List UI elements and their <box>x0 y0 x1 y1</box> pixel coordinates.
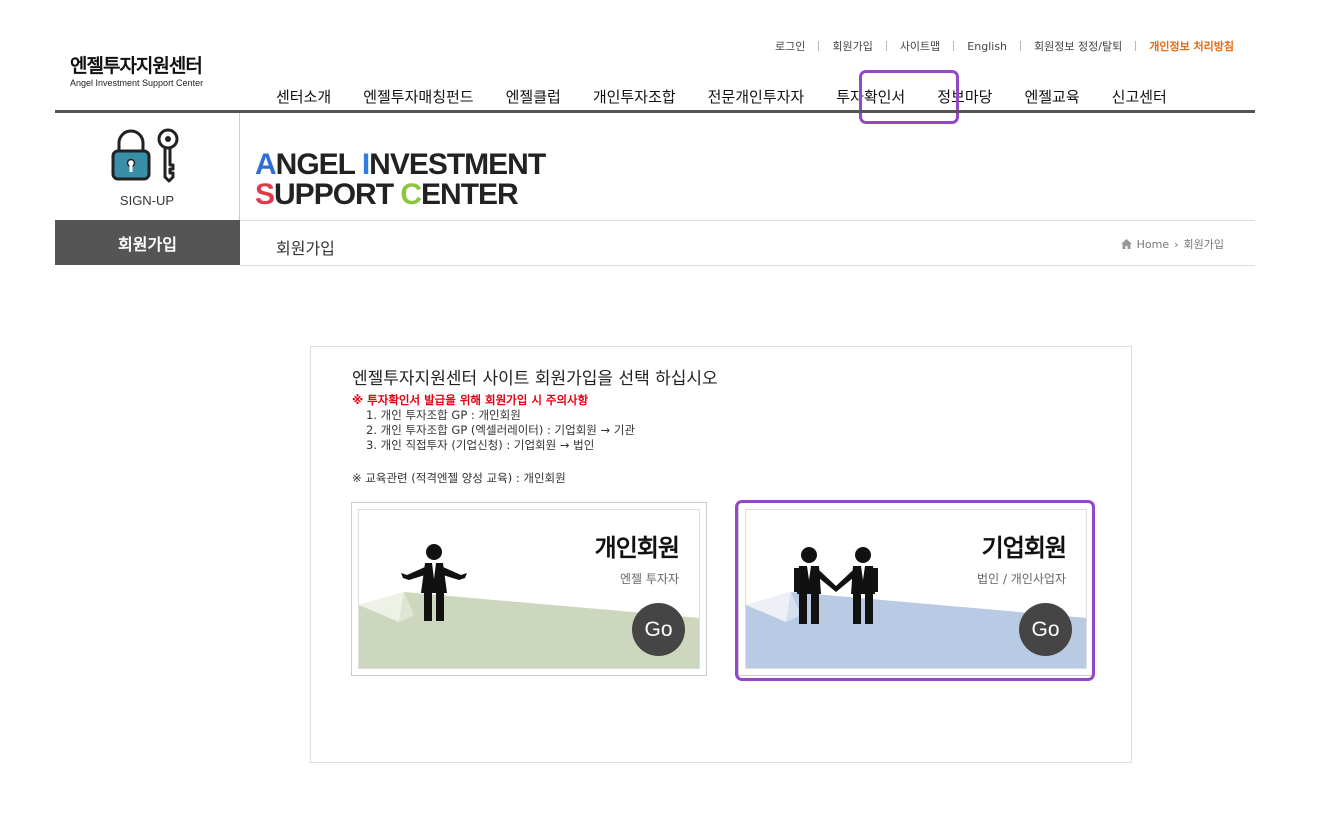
divider <box>953 41 955 51</box>
banner-title: ANGEL INVESTMENT SUPPORT CENTER <box>255 148 546 211</box>
card-title: 개인회원 <box>594 534 680 562</box>
banner-text: NVESTMENT <box>369 148 546 181</box>
nav-matching-fund[interactable]: 엔젤투자매칭펀드 <box>347 86 489 108</box>
signup-heading: 엔젤투자지원센터 사이트 회원가입을 선택 하십시오 <box>352 369 718 389</box>
notice-item: 3. 개인 직접투자 (기업신청) : 기업회원 → 법인 <box>366 438 595 452</box>
main-nav: 센터소개 엔젤투자매칭펀드 엔젤클럽 개인투자조합 전문개인투자자 투자확인서 … <box>260 86 1183 108</box>
divider <box>240 265 1255 266</box>
education-notice: ※ 교육관련 (적격엔젤 양성 교육) : 개인회원 <box>352 471 566 485</box>
privacy-policy-link[interactable]: 개인정보 처리방침 <box>1149 38 1234 54</box>
notice-title: ※ 투자확인서 발급을 위해 회원가입 시 주의사항 <box>352 393 589 407</box>
divider <box>1020 41 1022 51</box>
card-body: 개인회원 엔젤 투자자 Go <box>358 509 700 669</box>
notice-item: 1. 개인 투자조합 GP : 개인회원 <box>366 408 521 422</box>
logo-korean: 엔젤투자지원센터 <box>70 55 203 77</box>
signup-link[interactable]: 회원가입 <box>832 38 872 54</box>
nav-personal-union[interactable]: 개인투자조합 <box>577 86 692 108</box>
banner-letter-c: C <box>400 178 422 211</box>
banner-letter-a: A <box>255 148 277 181</box>
nav-highlight-box <box>859 70 959 124</box>
home-icon <box>1120 239 1132 249</box>
logo-english: Angel Investment Support Center <box>70 78 204 88</box>
breadcrumb-home[interactable]: Home <box>1137 238 1169 251</box>
chevron-right-icon: › <box>1174 237 1179 251</box>
banner-text: ENTER <box>421 178 519 211</box>
sitemap-link[interactable]: 사이트맵 <box>900 38 940 54</box>
english-link[interactable]: English <box>967 40 1007 53</box>
person-icon <box>401 544 467 621</box>
sidebar: SIGN-UP 회원가입 <box>55 113 240 265</box>
divider <box>1135 41 1137 51</box>
banner-letter-s: S <box>255 178 275 211</box>
lock-key-icon <box>111 128 179 183</box>
login-link[interactable]: 로그인 <box>775 38 805 54</box>
banner-text: NGEL <box>275 148 362 181</box>
divider <box>240 220 1255 221</box>
go-button[interactable]: Go <box>632 603 685 656</box>
divider <box>885 41 887 51</box>
sidebar-label: SIGN-UP <box>119 193 175 208</box>
divider <box>818 41 820 51</box>
nav-center-intro[interactable]: 센터소개 <box>260 86 347 108</box>
nav-angel-club[interactable]: 엔젤클럽 <box>490 86 577 108</box>
utility-nav: 로그인 회원가입 사이트맵 English 회원정보 정정/탈퇴 개인정보 처리… <box>775 38 1234 54</box>
card-highlight-box <box>735 500 1095 681</box>
notice-block: ※ 투자확인서 발급을 위해 회원가입 시 주의사항 1. 개인 투자조합 GP… <box>352 393 635 453</box>
breadcrumb-current: 회원가입 <box>1183 238 1224 251</box>
member-edit-link[interactable]: 회원정보 정정/탈퇴 <box>1034 38 1122 54</box>
sidebar-header: SIGN-UP <box>55 113 240 220</box>
nav-pro-investor[interactable]: 전문개인투자자 <box>692 86 821 108</box>
page-title: 회원가입 <box>276 239 335 258</box>
nav-education[interactable]: 엔젤교육 <box>1008 86 1095 108</box>
breadcrumb: Home › 회원가입 <box>1120 236 1224 252</box>
banner-text: UPPORT <box>274 178 401 211</box>
sidebar-item-signup[interactable]: 회원가입 <box>55 220 240 265</box>
card-subtitle: 엔젤 투자자 <box>619 572 679 586</box>
nav-report-center[interactable]: 신고센터 <box>1096 86 1183 108</box>
notice-item: 2. 개인 투자조합 GP (엑셀러레이터) : 기업회원 → 기관 <box>366 423 635 437</box>
site-logo[interactable]: 엔젤투자지원센터 Angel Investment Support Center <box>70 55 203 88</box>
personal-member-card[interactable]: 개인회원 엔젤 투자자 Go <box>351 502 707 676</box>
